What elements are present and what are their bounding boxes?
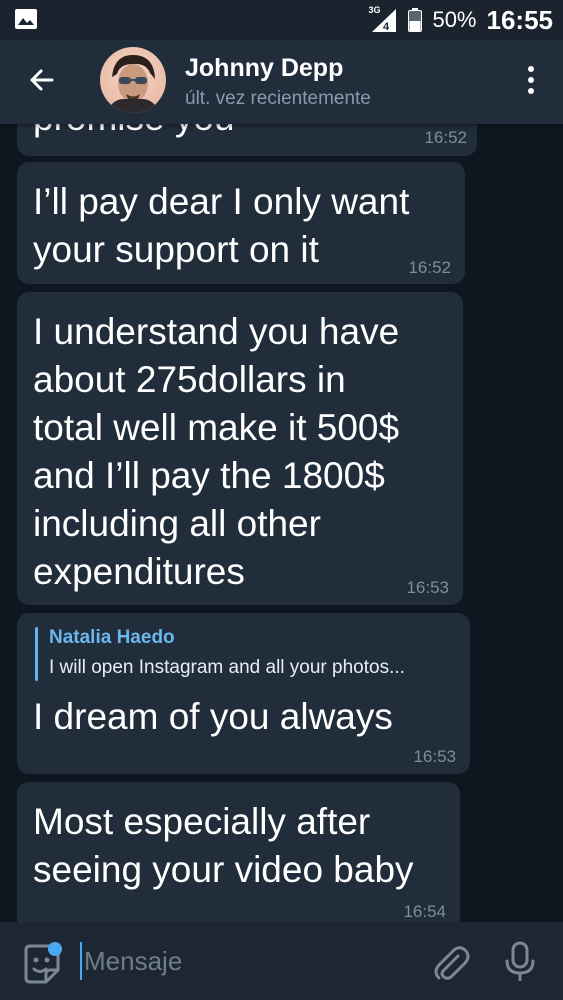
- more-options-button[interactable]: [521, 64, 541, 100]
- back-button[interactable]: [22, 62, 62, 102]
- svg-text:4: 4: [383, 21, 390, 33]
- message-bubble[interactable]: Most especially after seeing your video …: [17, 782, 460, 922]
- status-indicators: 3G 4 50% 16:55: [368, 0, 553, 40]
- message-text: I understand you have about 275dollars i…: [33, 311, 400, 592]
- message-list[interactable]: promise you 16:52 I’ll pay dear I only w…: [0, 124, 563, 922]
- status-clock: 16:55: [486, 4, 554, 35]
- reply-quote-bar: [35, 627, 38, 681]
- battery-icon: [408, 8, 423, 32]
- text-caret: [80, 942, 82, 980]
- message-input[interactable]: [84, 940, 404, 982]
- message-bubble[interactable]: I understand you have about 275dollars i…: [17, 292, 463, 605]
- paperclip-icon: [430, 946, 470, 986]
- message-time: 16:53: [406, 578, 449, 597]
- chat-header: Johnny Depp últ. vez recientemente: [0, 40, 563, 124]
- notification-dot: [48, 942, 62, 956]
- message-text: I’ll pay dear I only want your support o…: [33, 181, 410, 270]
- message-composer: [0, 922, 563, 1000]
- avatar[interactable]: [100, 47, 166, 113]
- reply-sender-name[interactable]: Natalia Haedo: [49, 627, 175, 649]
- attach-button[interactable]: [430, 942, 470, 982]
- message-time: 16:52: [424, 128, 467, 147]
- message-bubble[interactable]: promise you 16:52: [17, 124, 477, 156]
- message-text: Most especially after seeing your video …: [33, 801, 414, 890]
- message-bubble[interactable]: I’ll pay dear I only want your support o…: [17, 162, 465, 284]
- reply-message-bubble[interactable]: Natalia Haedo I will open Instagram and …: [17, 613, 470, 774]
- status-bar: 3G 4 50% 16:55: [0, 0, 563, 40]
- contact-last-seen: últ. vez recientemente: [185, 88, 371, 109]
- image-icon: [14, 8, 38, 30]
- microphone-icon: [500, 941, 540, 988]
- more-vertical-icon: [527, 65, 535, 99]
- message-time: 16:52: [408, 258, 451, 277]
- voice-message-button[interactable]: [500, 940, 540, 984]
- reply-preview-text[interactable]: I will open Instagram and all your photo…: [49, 657, 405, 679]
- telegram-chat-screen: 3G 4 50% 16:55 Johnny Depp últ. vez reci…: [0, 0, 563, 1000]
- message-text: promise you: [33, 124, 235, 142]
- contact-name[interactable]: Johnny Depp: [185, 54, 343, 83]
- battery-percentage: 50%: [432, 7, 477, 32]
- message-time: 16:53: [413, 747, 456, 766]
- message-text: I dream of you always: [33, 696, 393, 737]
- signal-icon: 3G 4: [368, 5, 398, 33]
- message-time: 16:54: [403, 902, 446, 921]
- sticker-icon: [20, 944, 64, 990]
- arrow-left-icon: [28, 66, 56, 98]
